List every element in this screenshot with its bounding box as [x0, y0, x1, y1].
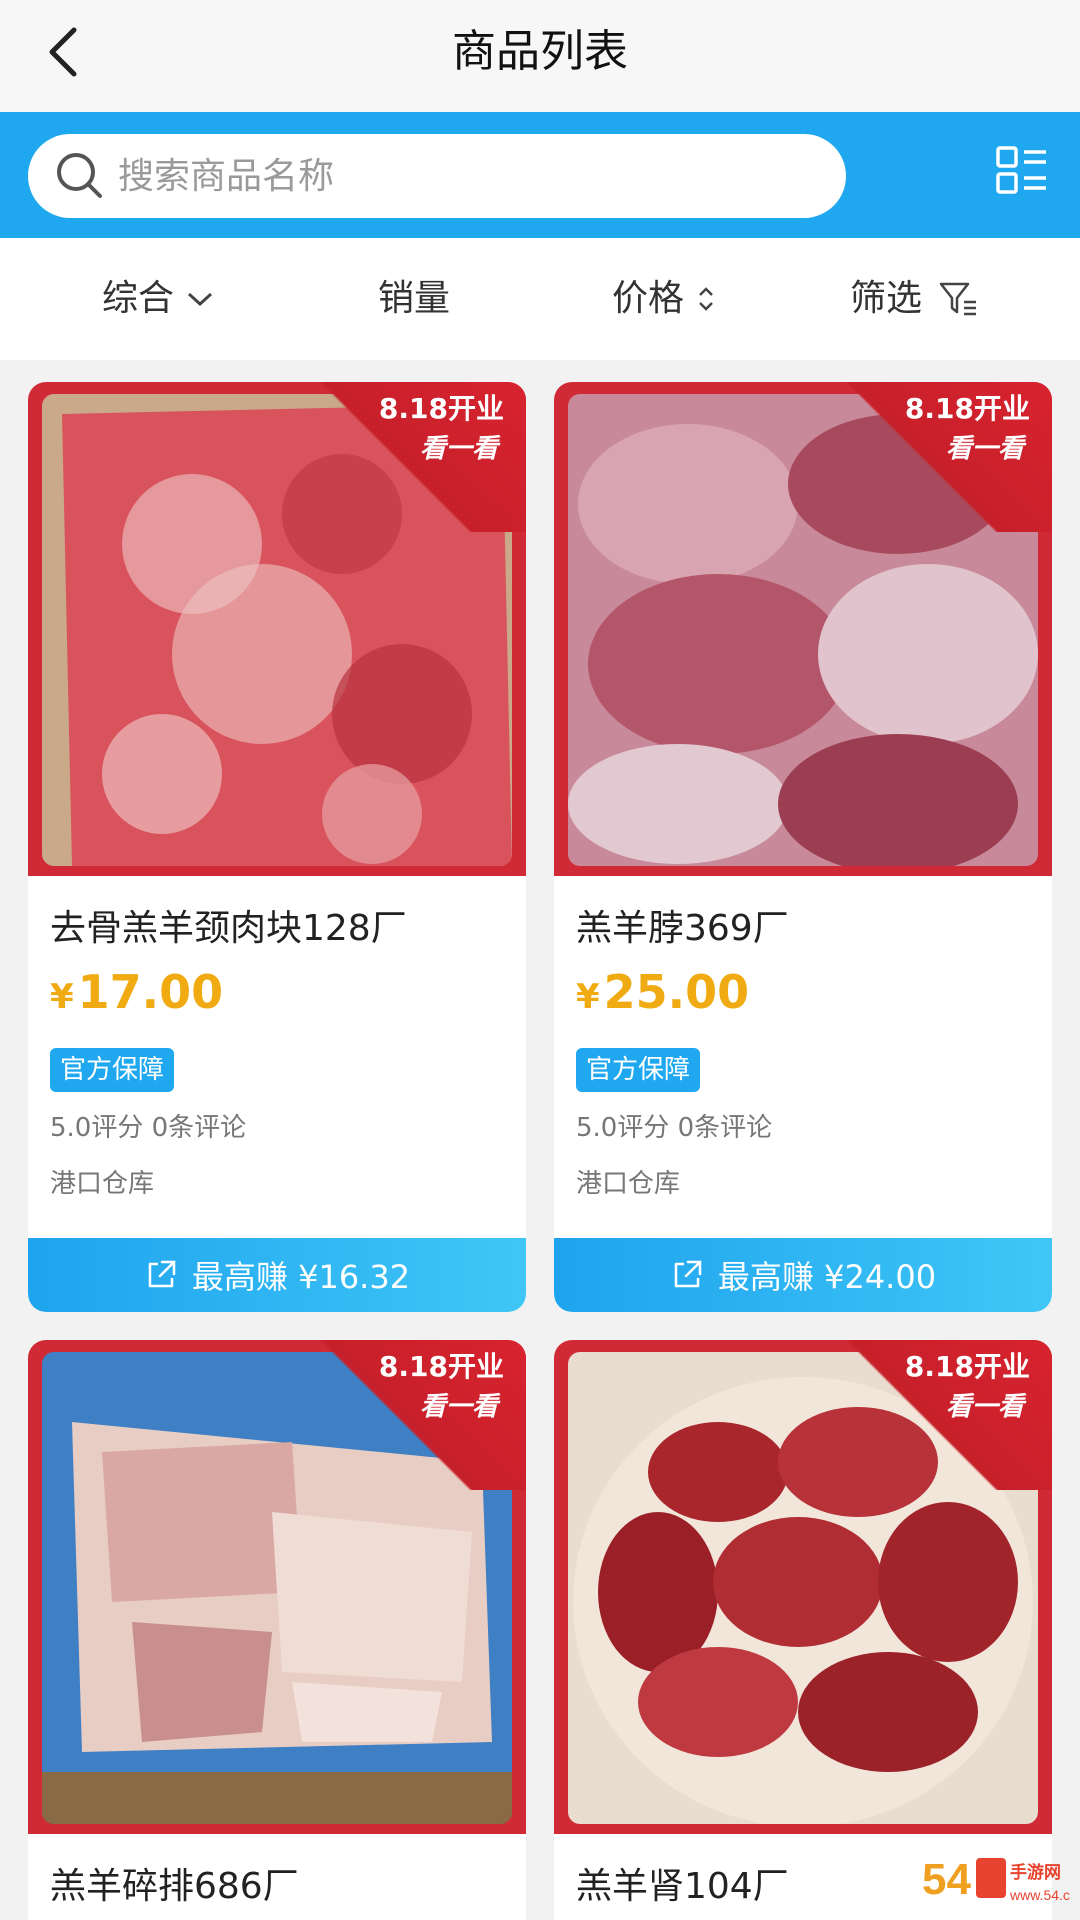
- earn-button[interactable]: 最高赚 ¥24.00: [554, 1238, 1052, 1312]
- product-price: ¥25.00: [576, 960, 749, 1035]
- svg-text:www.54.cn: www.54.cn: [1009, 1887, 1070, 1903]
- earn-label: 最高赚 ¥16.32: [191, 1258, 411, 1296]
- promo-title: 8.18开业: [378, 392, 504, 425]
- price-value: 25.00: [603, 965, 750, 1019]
- search-icon: [57, 153, 102, 198]
- earn-label: 最高赚 ¥24.00: [717, 1258, 937, 1296]
- filter-price[interactable]: 价格: [612, 276, 716, 322]
- product-name[interactable]: 羔羊脖369厂: [576, 904, 789, 954]
- product-name[interactable]: 羔羊肾104厂: [576, 1862, 789, 1912]
- top-bar: 商品列表: [0, 0, 1080, 112]
- promo-title: 8.18开业: [378, 1350, 504, 1383]
- promo-subtitle: 看一看: [419, 1392, 498, 1422]
- search-input[interactable]: [118, 134, 818, 218]
- list-layout-icon[interactable]: [996, 144, 1048, 196]
- product-image-frame: 8.18开业 看一看: [554, 382, 1052, 876]
- search-box[interactable]: [28, 134, 846, 218]
- filter-filter-label: 筛选: [850, 278, 923, 319]
- rating-text: 5.0评分 0条评论: [50, 1113, 247, 1143]
- share-icon: [674, 1260, 702, 1288]
- sort-arrows-icon: [699, 287, 713, 311]
- product-image-frame: 8.18开业 看一看: [28, 382, 526, 876]
- promo-title: 8.18开业: [904, 1350, 1030, 1383]
- promo-subtitle: 看一看: [419, 434, 498, 464]
- filter-bar: 综合 销量 价格 筛选: [0, 238, 1080, 360]
- promo-subtitle: 看一看: [945, 434, 1024, 464]
- product-price: ¥17.00: [50, 960, 223, 1035]
- guarantee-badge: 官方保障: [576, 1048, 701, 1092]
- product-card[interactable]: 8.18开业 看一看 羔羊肾104厂: [554, 1340, 1052, 1920]
- warehouse-text: 港口仓库: [50, 1169, 155, 1199]
- product-image-frame: 8.18开业 看一看: [28, 1340, 526, 1834]
- filter-comprehensive-label: 综合: [102, 278, 175, 319]
- product-card[interactable]: 8.18开业 看一看 去骨羔羊颈肉块128厂 ¥17.00 官方保障 5.0评分…: [28, 382, 526, 1312]
- earn-button[interactable]: 最高赚 ¥16.32: [28, 1238, 526, 1312]
- warehouse-text: 港口仓库: [576, 1169, 681, 1199]
- funnel-icon: [939, 282, 977, 316]
- filter-comprehensive[interactable]: 综合: [102, 276, 214, 322]
- promo-subtitle: 看一看: [945, 1392, 1024, 1422]
- product-card[interactable]: 8.18开业 看一看 羔羊脖369厂 ¥25.00 官方保障 5.0评分 0条评…: [554, 382, 1052, 1312]
- price-currency: ¥: [50, 977, 74, 1017]
- rating-text: 5.0评分 0条评论: [576, 1113, 773, 1143]
- filter-price-label: 价格: [612, 278, 685, 319]
- product-name[interactable]: 羔羊碎排686厂: [50, 1862, 299, 1912]
- product-image-frame: 8.18开业 看一看: [554, 1340, 1052, 1834]
- guarantee-badge: 官方保障: [50, 1048, 175, 1092]
- filter-filter[interactable]: 筛选: [850, 276, 980, 322]
- filter-sales[interactable]: 销量: [378, 276, 450, 322]
- chevron-down-icon: [188, 292, 213, 307]
- promo-title: 8.18开业: [904, 392, 1030, 425]
- page-title: 商品列表: [452, 26, 628, 77]
- site-watermark-logo: 54 手游网 www.54.cn: [922, 1855, 1070, 1904]
- product-card[interactable]: 8.18开业 看一看 羔羊碎排686厂: [28, 1340, 526, 1920]
- search-bar: [0, 112, 1080, 238]
- svg-text:54: 54: [922, 1855, 971, 1904]
- svg-text:手游网: 手游网: [1010, 1862, 1061, 1883]
- share-icon: [148, 1260, 176, 1288]
- product-name[interactable]: 去骨羔羊颈肉块128厂: [50, 904, 407, 954]
- filter-sales-label: 销量: [378, 278, 451, 319]
- price-currency: ¥: [576, 977, 600, 1017]
- price-value: 17.00: [77, 965, 224, 1019]
